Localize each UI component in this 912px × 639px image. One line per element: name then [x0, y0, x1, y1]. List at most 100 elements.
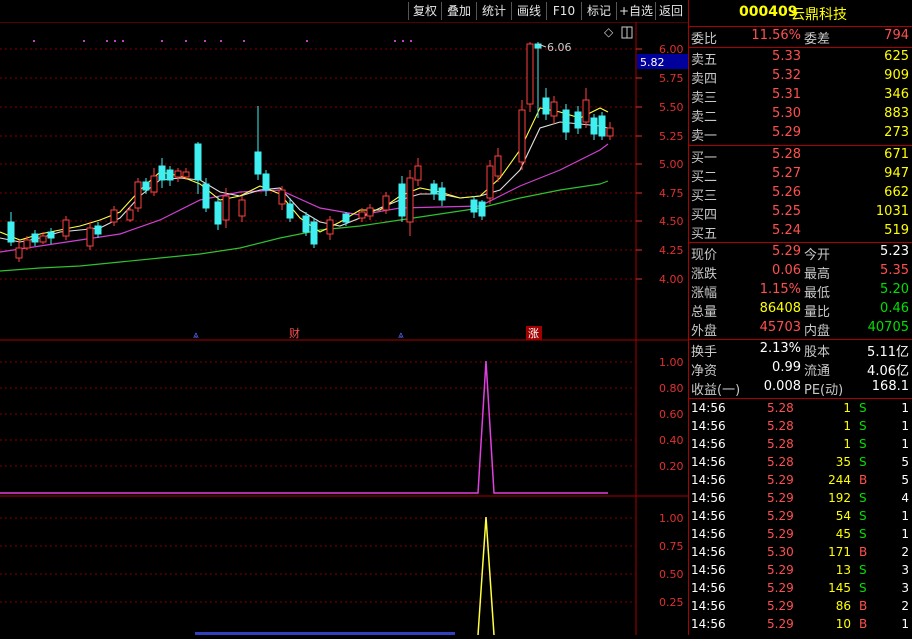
- diamond-icon[interactable]: ◇: [604, 25, 614, 39]
- sub1-tick: 1.00: [659, 356, 684, 369]
- tick-n: 1: [901, 419, 909, 433]
- bid-row[interactable]: 买三 5.26 662: [689, 185, 912, 204]
- back-button[interactable]: 返回: [655, 2, 686, 20]
- sub2-tick: 1.00: [659, 512, 684, 525]
- webi-value: 11.56%: [751, 28, 801, 43]
- ask-label: 卖一: [691, 129, 718, 144]
- tick-side: S: [859, 491, 867, 505]
- price-tick: 4.50: [659, 215, 684, 228]
- fundamental-row: 净资 0.99 流通 4.06亿: [689, 360, 912, 379]
- ask-row[interactable]: 卖三 5.31 346: [689, 87, 912, 106]
- tick-row: 14:56 5.29 145 S 3: [689, 580, 912, 598]
- tick-price: 5.29: [767, 509, 794, 523]
- stock-name: 云鼎科技: [791, 7, 847, 23]
- bid-row[interactable]: 买二 5.27 947: [689, 166, 912, 185]
- tick-row: 14:56 5.29 45 S 1: [689, 526, 912, 544]
- bid-label: 买三: [691, 189, 718, 204]
- chart-area[interactable]: 6.00 5.75 5.50 5.25 5.00 4.75 4.50 4.25 …: [0, 21, 688, 636]
- tick-row: 14:56 5.29 54 S 1: [689, 508, 912, 526]
- bid-volume: 1031: [875, 204, 909, 219]
- event-marker-zhang[interactable]: 涨: [528, 327, 539, 340]
- tick-n: 1: [901, 617, 909, 631]
- ask-volume: 909: [884, 68, 909, 83]
- ask-volume: 346: [884, 87, 909, 102]
- quote-value: 5.23: [880, 244, 909, 259]
- weicha-label: 委差: [804, 32, 831, 47]
- tick-row: 14:56 5.28 1 S 1: [689, 436, 912, 454]
- webi-label: 委比: [691, 32, 718, 47]
- bid-row[interactable]: 买四 5.25 1031: [689, 204, 912, 223]
- fundamental-label: 股本: [804, 345, 831, 360]
- tick-row: 14:56 5.29 86 B 2: [689, 598, 912, 616]
- quote-label: 涨幅: [691, 286, 718, 301]
- tick-side: S: [859, 581, 867, 595]
- quote-label: 内盘: [804, 324, 831, 339]
- sub1-grid: [0, 361, 636, 467]
- fundamental-value: 2.13%: [759, 341, 801, 356]
- mark-button[interactable]: 标记: [581, 2, 616, 20]
- tick-side: S: [859, 563, 867, 577]
- quote-row: 现价 5.29 今开 5.23: [689, 244, 912, 263]
- bid-price: 5.25: [772, 204, 801, 219]
- event-marker-icon[interactable]: ⩓: [398, 330, 404, 341]
- tick-time: 14:56: [691, 527, 726, 541]
- ask-row[interactable]: 卖一 5.29 273: [689, 125, 912, 144]
- fuquan-button[interactable]: 复权: [408, 2, 441, 20]
- ask-label: 卖二: [691, 110, 718, 125]
- tick-row: 14:56 5.28 1 S 1: [689, 418, 912, 436]
- tick-price: 5.29: [767, 563, 794, 577]
- ask-row[interactable]: 卖四 5.32 909: [689, 68, 912, 87]
- overlay-button[interactable]: 叠加: [441, 2, 476, 20]
- stock-header: 000409 云鼎科技: [689, 0, 912, 27]
- ask-row[interactable]: 卖二 5.30 883: [689, 106, 912, 125]
- tick-side: S: [859, 419, 867, 433]
- ask-price: 5.31: [772, 87, 801, 102]
- price-tick: 5.50: [659, 101, 684, 114]
- quote-value: 5.35: [880, 263, 909, 278]
- f10-button[interactable]: F10: [546, 2, 581, 20]
- tick-price: 5.28: [767, 401, 794, 415]
- tick-row: 14:56 5.29 244 B 5: [689, 472, 912, 490]
- add-watchlist-button[interactable]: +自选: [616, 2, 655, 20]
- ask-label: 卖四: [691, 72, 718, 87]
- bid-volume: 671: [884, 147, 909, 162]
- tick-vol: 1: [843, 401, 851, 415]
- signal-dots: [33, 40, 412, 42]
- price-tick: 5.75: [659, 72, 684, 85]
- quote-value: 0.46: [880, 301, 909, 316]
- quote-value: 5.29: [772, 244, 801, 259]
- tick-time: 14:56: [691, 437, 726, 451]
- tick-price: 5.29: [767, 473, 794, 487]
- bid-price: 5.24: [772, 223, 801, 238]
- tick-time: 14:56: [691, 455, 726, 469]
- quote-label: 总量: [691, 305, 718, 320]
- quote-label: 量比: [804, 305, 831, 320]
- bid-price: 5.26: [772, 185, 801, 200]
- draw-line-button[interactable]: 画线: [511, 2, 546, 20]
- bid-price: 5.27: [772, 166, 801, 181]
- tick-vol: 45: [835, 527, 851, 541]
- sub1-tick: 0.20: [659, 460, 684, 473]
- tick-n: 2: [901, 545, 909, 559]
- bid-row[interactable]: 买一 5.28 671: [689, 147, 912, 166]
- bid-row[interactable]: 买五 5.24 519: [689, 223, 912, 242]
- bid-label: 买二: [691, 170, 718, 185]
- tick-price: 5.28: [767, 419, 794, 433]
- bid-label: 买四: [691, 208, 718, 223]
- fundamental-value: 0.008: [763, 379, 801, 394]
- quote-value: 86408: [759, 301, 801, 316]
- quote-label: 今开: [804, 248, 831, 263]
- ask-label: 卖五: [691, 53, 718, 68]
- ask-row[interactable]: 卖五 5.33 625: [689, 49, 912, 68]
- event-marker-cai[interactable]: 财: [289, 326, 300, 340]
- fundamental-value: 168.1: [871, 379, 909, 394]
- event-marker-icon[interactable]: ⩓: [193, 330, 199, 341]
- price-tick: 5.25: [659, 130, 684, 143]
- fundamental-label: PE(动): [804, 383, 844, 398]
- tick-price: 5.30: [767, 545, 794, 559]
- tick-price: 5.29: [767, 581, 794, 595]
- bid-label: 买一: [691, 151, 718, 166]
- tick-vol: 1: [843, 437, 851, 451]
- quote-label: 外盘: [691, 324, 718, 339]
- statistics-button[interactable]: 统计: [476, 2, 511, 20]
